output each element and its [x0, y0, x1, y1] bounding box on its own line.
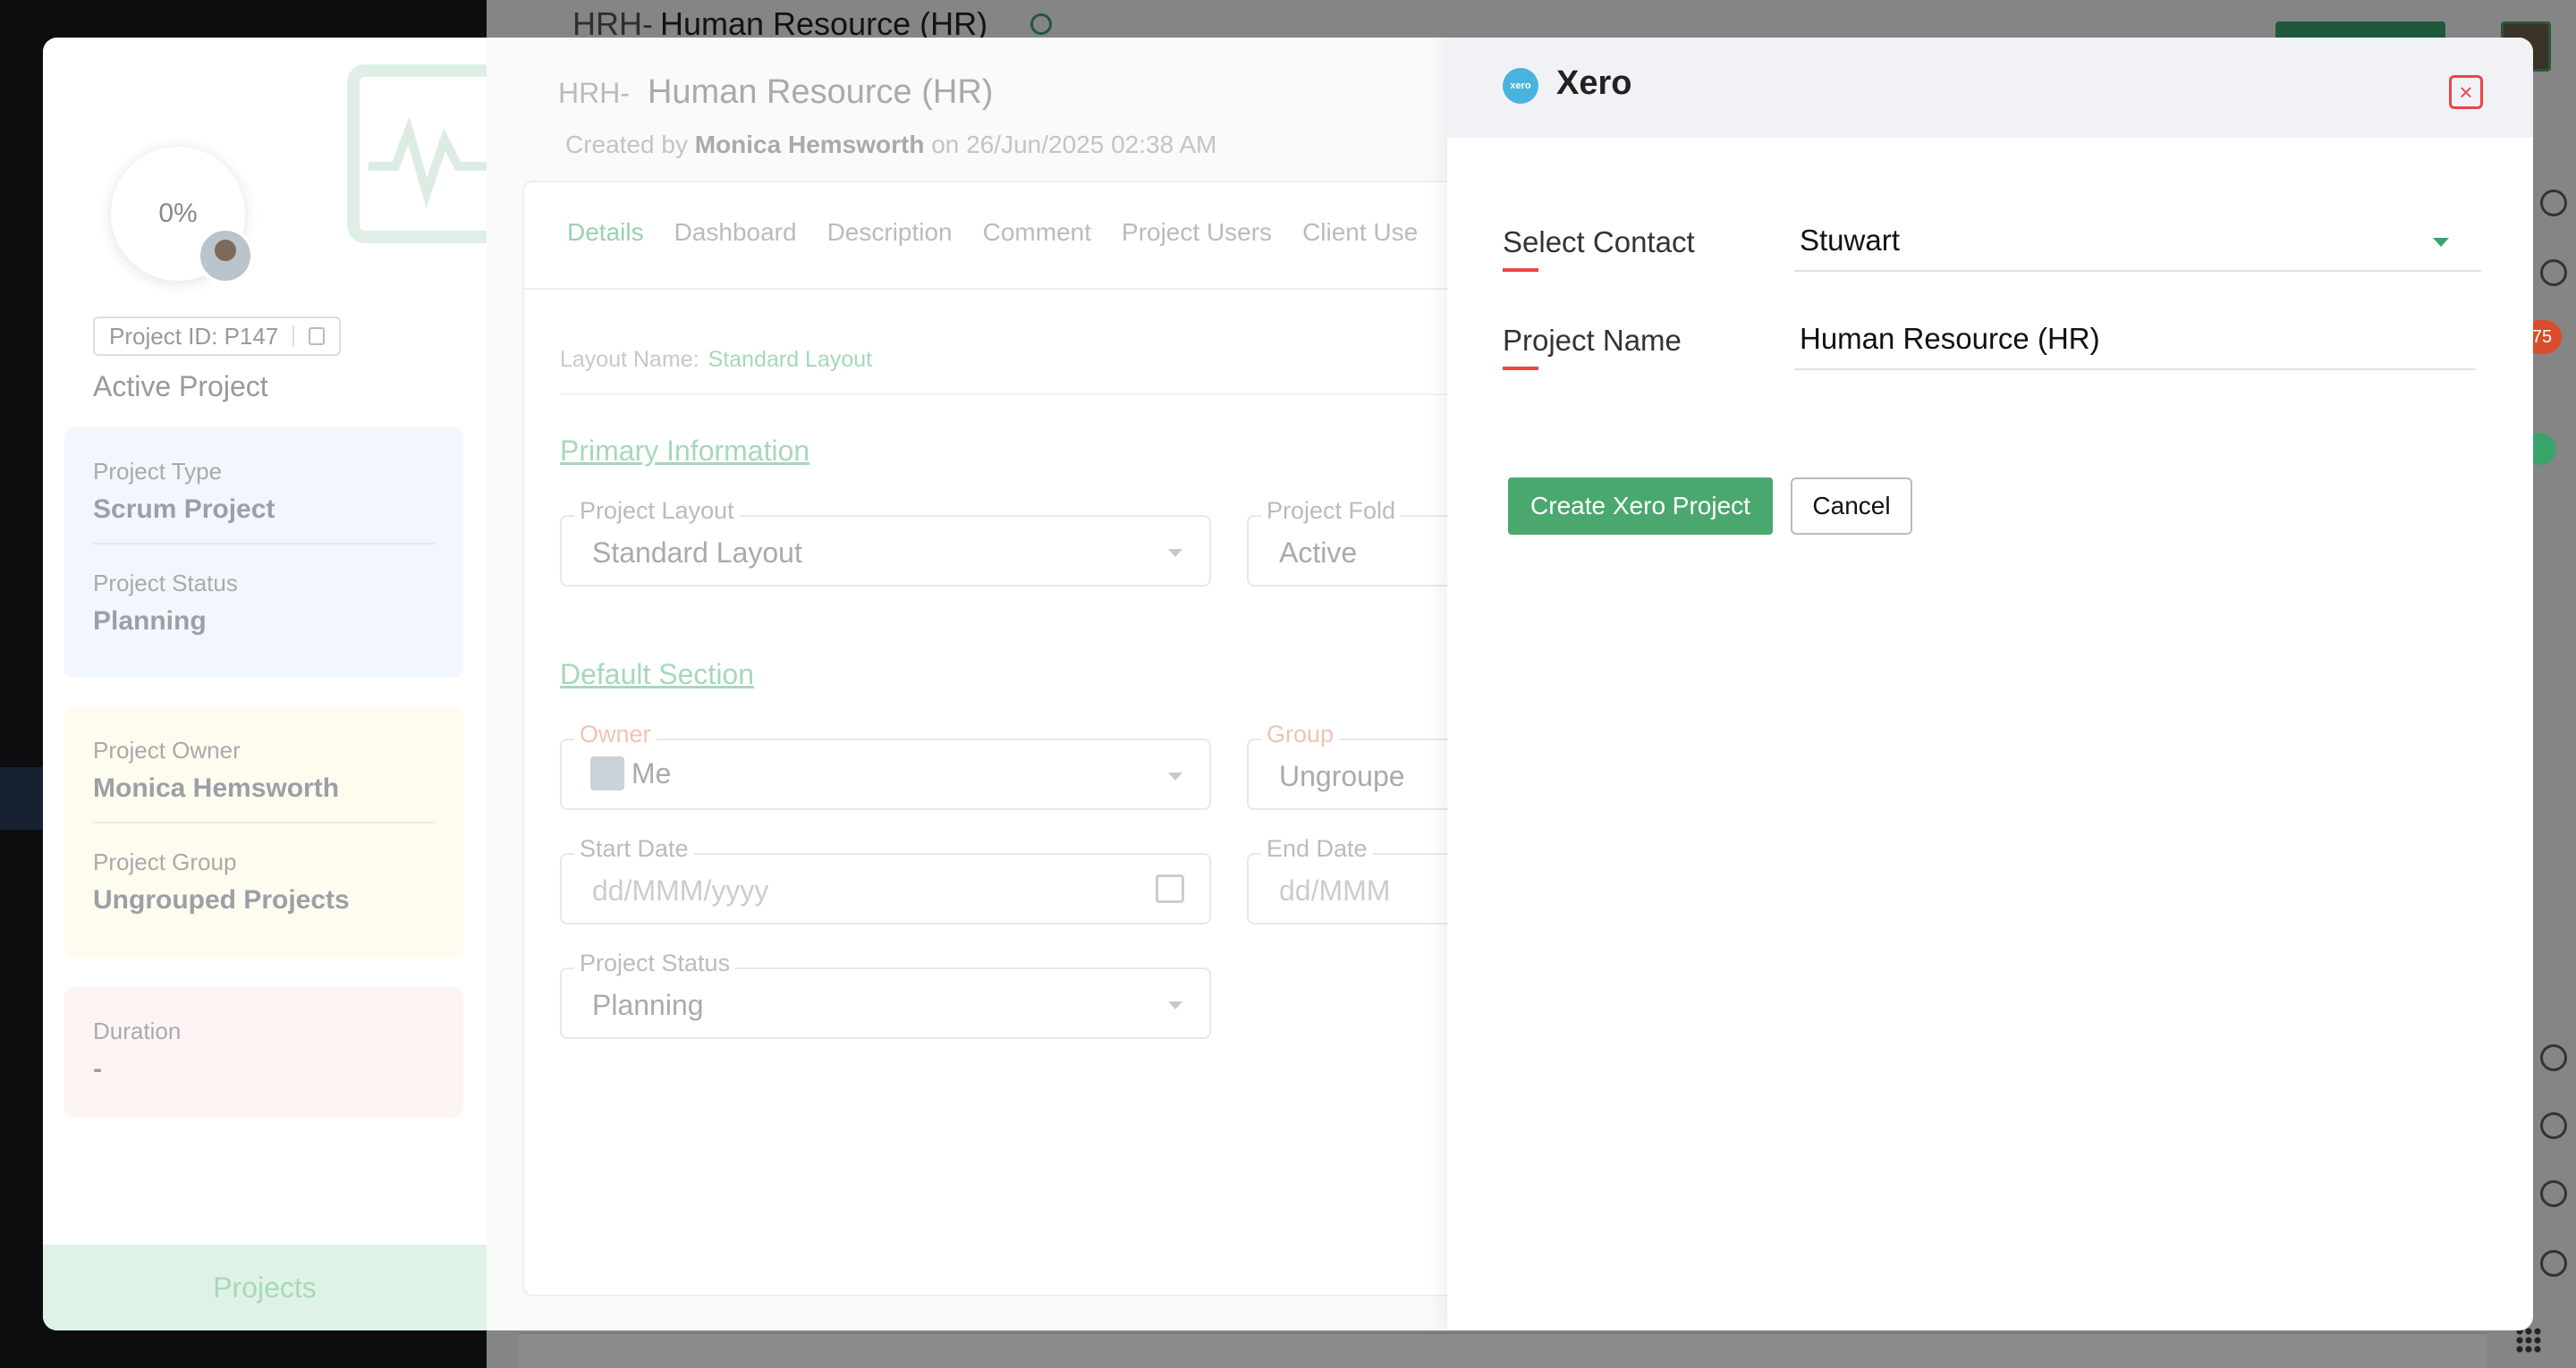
- details-project-name: Human Resource (HR): [647, 73, 994, 111]
- project-details: HRH- Human Resource (HR) Created by Moni…: [487, 38, 1515, 1330]
- owner-avatar-icon: [590, 756, 624, 790]
- divider: [560, 393, 1454, 395]
- project-layout-label: Project Layout: [574, 497, 740, 525]
- project-owner-label: Project Owner: [93, 737, 241, 764]
- select-contact-dropdown[interactable]: Stuwart: [1794, 213, 2481, 272]
- created-prefix: Created by: [565, 131, 688, 158]
- owner-label: Owner: [574, 721, 657, 748]
- project-status-field-value: Planning: [592, 989, 704, 1021]
- close-icon[interactable]: ×: [2449, 75, 2483, 109]
- select-contact-label: Select Contact: [1503, 225, 1695, 258]
- required-indicator: [1503, 268, 1538, 272]
- cancel-button[interactable]: Cancel: [1791, 477, 1912, 535]
- owner-value-wrap: Me: [590, 756, 671, 790]
- chevron-down-icon: [1168, 549, 1182, 557]
- project-name-input[interactable]: Human Resource (HR): [1794, 311, 2476, 370]
- divider: [292, 325, 295, 347]
- project-group-value: Ungrouped Projects: [93, 885, 350, 915]
- project-status-field-label: Project Status: [574, 950, 736, 977]
- project-name-value: Human Resource (HR): [1800, 322, 2100, 355]
- end-date-input[interactable]: dd/MMM: [1279, 874, 1390, 908]
- project-status-field[interactable]: Project Status Planning: [560, 950, 1211, 1039]
- created-on: on 26/Jun/2025 02:38 AM: [931, 131, 1217, 158]
- history-icon[interactable]: [2540, 1112, 2567, 1139]
- chevron-down-icon: [2433, 238, 2449, 247]
- project-id-text: Project ID: P147: [109, 322, 279, 350]
- select-contact-row: Select Contact Stuwart: [1503, 213, 2481, 272]
- chevron-down-icon: [1168, 773, 1182, 781]
- tab-dashboard[interactable]: Dashboard: [674, 218, 797, 288]
- project-modal: 0% Project ID: P147 Active Project Proje…: [43, 38, 2533, 1330]
- calendar-icon[interactable]: [1156, 874, 1184, 903]
- xero-header: xero Xero ×: [1447, 38, 2533, 138]
- primary-section-title[interactable]: Primary Information: [560, 435, 809, 468]
- duration-value: -: [93, 1054, 102, 1084]
- copy-icon[interactable]: [309, 327, 326, 345]
- projects-button[interactable]: Projects: [43, 1245, 487, 1330]
- search-icon[interactable]: [2540, 190, 2567, 216]
- project-layout-field[interactable]: Project Layout Standard Layout: [560, 497, 1211, 587]
- project-folder-value: Active: [1279, 536, 1358, 569]
- owner-group-card: Project Owner Monica Hemsworth Project G…: [64, 706, 463, 958]
- duration-label: Duration: [93, 1018, 182, 1044]
- apps-grid-icon[interactable]: [2515, 1327, 2542, 1354]
- clock-icon[interactable]: [2540, 259, 2567, 286]
- project-status-value: Planning: [93, 606, 207, 636]
- default-section-title[interactable]: Default Section: [560, 658, 754, 691]
- layout-name-value[interactable]: Standard Layout: [708, 347, 872, 372]
- details-title: HRH- Human Resource (HR): [558, 73, 993, 112]
- start-date-input[interactable]: dd/MMM/yyyy: [592, 874, 768, 908]
- project-state: Active Project: [93, 370, 268, 402]
- project-status-label: Project Status: [93, 570, 238, 596]
- project-layout-value: Standard Layout: [592, 536, 802, 569]
- chevron-down-icon: [1168, 1001, 1182, 1009]
- required-indicator: [1503, 367, 1538, 370]
- owner-value: Me: [631, 756, 672, 790]
- project-info-panel: 0% Project ID: P147 Active Project Proje…: [43, 38, 508, 1330]
- details-card: Details Dashboard Description Comment Pr…: [522, 181, 1515, 1296]
- help-icon[interactable]: [2540, 1250, 2567, 1277]
- tab-description[interactable]: Description: [827, 218, 953, 288]
- tab-comment[interactable]: Comment: [983, 218, 1091, 288]
- tab-client-users[interactable]: Client Use: [1302, 218, 1418, 288]
- details-prefix: HRH-: [558, 77, 630, 109]
- tab-project-users[interactable]: Project Users: [1122, 218, 1272, 288]
- project-group-label: Project Group: [93, 849, 237, 875]
- owner-avatar: [197, 227, 254, 284]
- project-name-row: Project Name Human Resource (HR): [1503, 311, 2481, 370]
- xero-panel: xero Xero × Select Contact Stuwart Proje…: [1447, 38, 2533, 1330]
- layout-name: Layout Name: Standard Layout: [560, 347, 872, 373]
- project-owner-value: Monica Hemsworth: [93, 773, 340, 803]
- project-folder-label: Project Fold: [1261, 497, 1402, 525]
- monitor-illustration: [347, 64, 508, 243]
- layout-name-label: Layout Name:: [560, 347, 699, 372]
- created-by: Monica Hemsworth: [694, 131, 925, 158]
- project-id-chip: Project ID: P147: [93, 317, 342, 356]
- tab-details[interactable]: Details: [567, 218, 644, 288]
- create-xero-project-button[interactable]: Create Xero Project: [1508, 477, 1773, 535]
- project-name-label: Project Name: [1503, 324, 1682, 357]
- duration-card: Duration -: [64, 987, 463, 1118]
- group-label: Group: [1261, 721, 1340, 748]
- right-edge-toolbar: [2533, 0, 2576, 1368]
- type-status-card: Project Type Scrum Project Project Statu…: [64, 427, 463, 678]
- select-contact-value: Stuwart: [1800, 224, 1900, 257]
- end-date-label: End Date: [1261, 835, 1373, 863]
- xero-title: Xero: [1556, 64, 1632, 102]
- project-type-value: Scrum Project: [93, 494, 275, 524]
- project-type-label: Project Type: [93, 458, 223, 485]
- settings-icon[interactable]: [2540, 1180, 2567, 1207]
- start-date-field[interactable]: Start Date dd/MMM/yyyy: [560, 835, 1211, 925]
- details-tabs: Details Dashboard Description Comment Pr…: [524, 182, 1469, 290]
- owner-field[interactable]: Owner Me: [560, 721, 1211, 810]
- bell-icon[interactable]: [2540, 1044, 2567, 1071]
- start-date-label: Start Date: [574, 835, 694, 863]
- created-info: Created by Monica Hemsworth on 26/Jun/20…: [565, 131, 1216, 159]
- xero-logo-icon: xero: [1503, 68, 1538, 104]
- group-value: Ungroupe: [1279, 760, 1405, 792]
